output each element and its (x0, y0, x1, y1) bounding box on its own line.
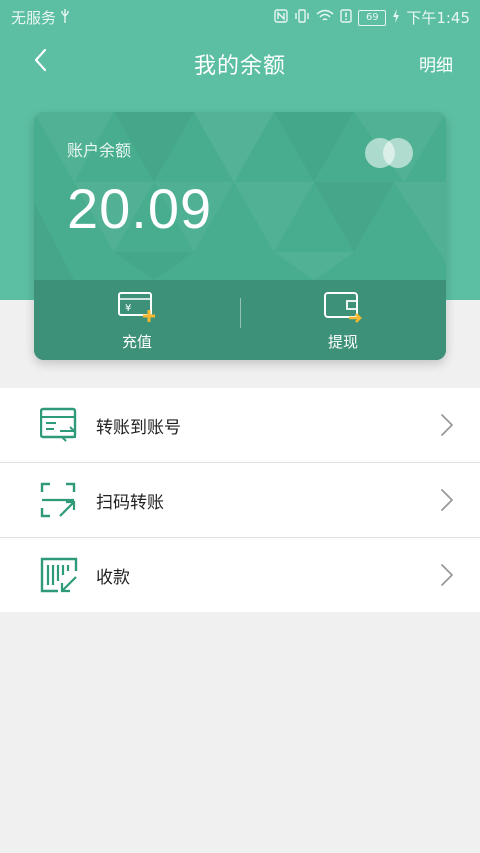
list-item-transfer-to-account[interactable]: 转账到账号 (0, 388, 480, 463)
withdraw-wallet-icon (323, 290, 363, 324)
recharge-card-icon: ¥ (117, 290, 157, 324)
carrier-text: 无服务 (11, 9, 57, 27)
list-item-scan-transfer[interactable]: 扫码转账 (0, 463, 480, 538)
chevron-right-icon (440, 563, 454, 587)
balance-amount: 20.09 (67, 177, 213, 240)
nfc-icon (274, 8, 289, 27)
wifi-icon (316, 9, 334, 27)
card-brand-logo (362, 136, 416, 170)
status-bar: 无服务 69 下午1:45 (0, 0, 480, 34)
receive-payment-icon (40, 557, 78, 593)
detail-button[interactable]: 明细 (419, 51, 453, 76)
list-item-label: 收款 (96, 568, 130, 588)
sim-alert-icon (340, 8, 353, 27)
list-item-label: 扫码转账 (96, 493, 164, 513)
status-time: 下午1:45 (406, 9, 470, 27)
battery-icon: 69 (358, 9, 387, 26)
chevron-right-icon (440, 413, 454, 437)
withdraw-label: 提现 (327, 333, 358, 351)
balance-card: 账户余额 20.09 ¥ 充值 提现 (34, 112, 446, 360)
recharge-button[interactable]: ¥ 充值 (34, 290, 240, 354)
chevron-right-icon (440, 488, 454, 512)
scan-transfer-icon (40, 482, 78, 518)
page-title: 我的余额 (193, 54, 286, 79)
transfer-account-icon (39, 407, 78, 443)
vibrate-icon (294, 8, 310, 27)
card-top: 账户余额 20.09 (34, 112, 446, 280)
card-actions: ¥ 充值 提现 (34, 280, 446, 360)
list-item-label: 转账到账号 (96, 418, 181, 438)
charging-icon (392, 8, 400, 27)
withdraw-button[interactable]: 提现 (240, 290, 446, 354)
recharge-label: 充值 (121, 333, 152, 351)
svg-text:¥: ¥ (125, 303, 131, 314)
usb-icon (60, 8, 70, 27)
nav-bar: 我的余额 明细 (0, 34, 480, 90)
battery-level: 69 (365, 11, 379, 23)
balance-label: 账户余额 (67, 141, 132, 160)
list-item-receive-payment[interactable]: 收款 (0, 538, 480, 612)
action-list: 转账到账号 扫码转账 收款 (0, 388, 480, 612)
